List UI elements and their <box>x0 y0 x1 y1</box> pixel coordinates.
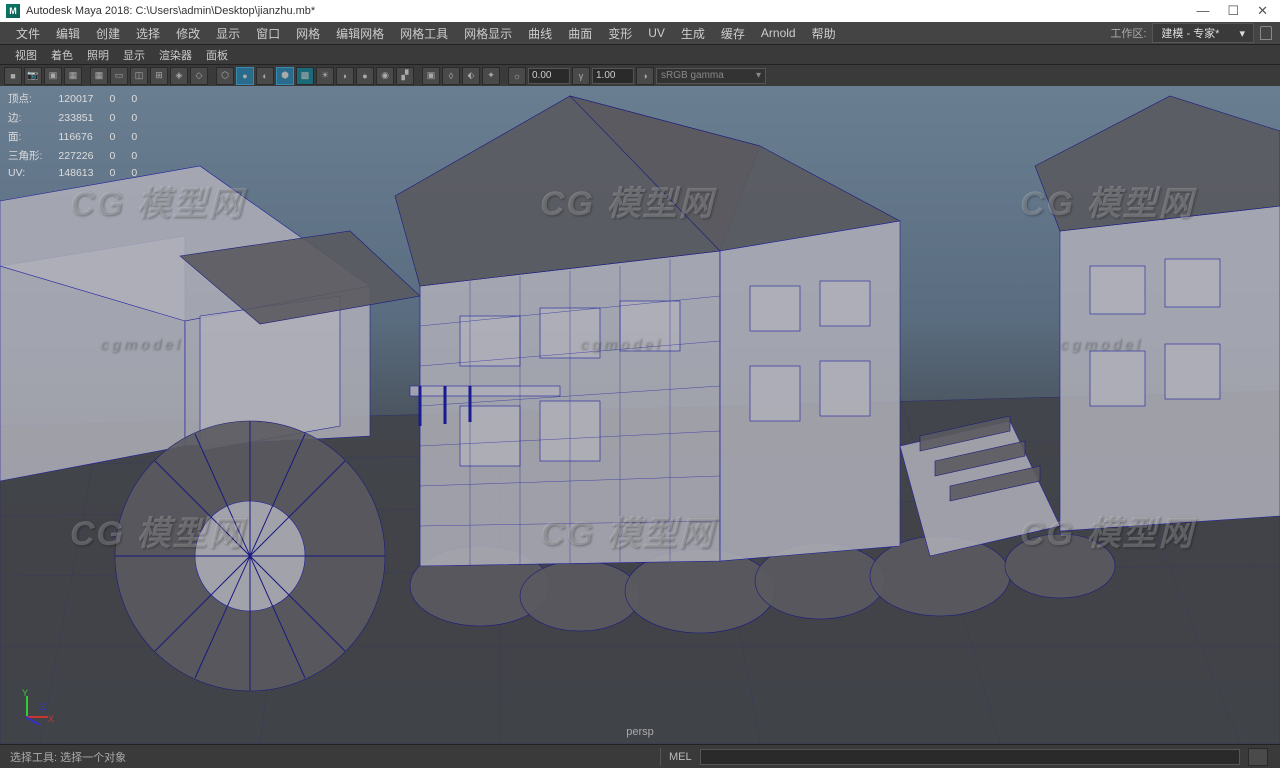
menu-mesh-tools[interactable]: 网格工具 <box>392 25 456 42</box>
status-bar: 选择工具: 选择一个对象 MEL <box>0 744 1280 768</box>
tool-exposure-icon[interactable]: ☼ <box>508 67 526 85</box>
menu-mesh[interactable]: 网格 <box>288 25 328 42</box>
menu-mesh-display[interactable]: 网格显示 <box>456 25 520 42</box>
tool-xray-active[interactable]: ⬖ <box>462 67 480 85</box>
tool-motion-blur[interactable]: ◉ <box>376 67 394 85</box>
menu-cache[interactable]: 缓存 <box>713 25 753 42</box>
main-menu-bar: 文件 编辑 创建 选择 修改 显示 窗口 网格 编辑网格 网格工具 网格显示 曲… <box>0 22 1280 44</box>
workspace-label: 工作区: <box>1110 25 1146 41</box>
tool-bookmark[interactable]: ▣ <box>44 67 62 85</box>
poly-count-hud: 顶点:12001700 边:23385100 面:11667600 三角形:22… <box>6 88 153 182</box>
maya-logo-icon: M <box>6 4 20 18</box>
script-editor-button[interactable] <box>1248 748 1268 766</box>
panel-shading[interactable]: 着色 <box>44 47 80 63</box>
tool-image-plane[interactable]: ▦ <box>64 67 82 85</box>
tool-safe-action[interactable]: ◈ <box>170 67 188 85</box>
menu-file[interactable]: 文件 <box>8 25 48 42</box>
panel-show[interactable]: 显示 <box>116 47 152 63</box>
lock-icon[interactable] <box>1260 26 1272 40</box>
tool-smooth-shade[interactable]: ● <box>236 67 254 85</box>
tool-xray-joints[interactable]: ✦ <box>482 67 500 85</box>
menu-edit-mesh[interactable]: 编辑网格 <box>328 25 392 42</box>
menu-curves[interactable]: 曲线 <box>520 25 560 42</box>
panel-menu-bar: 视图 着色 照明 显示 渲染器 面板 <box>0 44 1280 64</box>
hud-row: 三角形:22722600 <box>8 147 151 164</box>
menu-modify[interactable]: 修改 <box>168 25 208 42</box>
menu-generate[interactable]: 生成 <box>673 25 713 42</box>
viewport-toolbar: ■ 📷 ▣ ▦ ▦ ▭ ◫ ⊞ ◈ ◇ ⬡ ● ◐ ⬢ ▩ ☀ ◗ ● ◉ ▞ … <box>0 64 1280 86</box>
tool-grid[interactable]: ▦ <box>90 67 108 85</box>
tool-select-camera[interactable]: ■ <box>4 67 22 85</box>
menu-arnold[interactable]: Arnold <box>753 26 804 40</box>
menu-edit[interactable]: 编辑 <box>48 25 88 42</box>
hud-row: 顶点:12001700 <box>8 90 151 107</box>
menu-deform[interactable]: 变形 <box>600 25 640 42</box>
tool-film-gate[interactable]: ▭ <box>110 67 128 85</box>
hud-row: UV:14861300 <box>8 166 151 180</box>
tool-ao[interactable]: ● <box>356 67 374 85</box>
window-title: Autodesk Maya 2018: C:\Users\admin\Deskt… <box>26 5 1196 17</box>
tool-safe-title[interactable]: ◇ <box>190 67 208 85</box>
help-line: 选择工具: 选择一个对象 <box>0 749 660 765</box>
panel-renderer[interactable]: 渲染器 <box>152 47 199 63</box>
tool-aa[interactable]: ▞ <box>396 67 414 85</box>
view-axis-gizmo: YXZ <box>12 692 52 732</box>
tool-field-chart[interactable]: ⊞ <box>150 67 168 85</box>
panel-panels[interactable]: 面板 <box>199 47 235 63</box>
tool-xray[interactable]: ◊ <box>442 67 460 85</box>
panel-view[interactable]: 视图 <box>8 47 44 63</box>
tool-gamma-icon[interactable]: γ <box>572 67 590 85</box>
menu-create[interactable]: 创建 <box>88 25 128 42</box>
gamma-field[interactable]: 1.00 <box>592 68 634 84</box>
window-titlebar: M Autodesk Maya 2018: C:\Users\admin\Des… <box>0 0 1280 22</box>
hud-row: 边:23385100 <box>8 109 151 126</box>
chevron-down-icon: ▾ <box>1239 27 1245 40</box>
tool-use-default-mat[interactable]: ◐ <box>256 67 274 85</box>
minimize-button[interactable]: — <box>1196 3 1209 19</box>
menu-window[interactable]: 窗口 <box>248 25 288 42</box>
menu-uv[interactable]: UV <box>640 26 673 40</box>
tool-view-transform-icon[interactable]: ◑ <box>636 67 654 85</box>
tool-isolate[interactable]: ▣ <box>422 67 440 85</box>
menu-display[interactable]: 显示 <box>208 25 248 42</box>
camera-label: persp <box>626 726 654 738</box>
view-transform-dropdown[interactable]: sRGB gamma▾ <box>656 68 766 84</box>
tool-gate-mask[interactable]: ◫ <box>130 67 148 85</box>
command-line-input[interactable] <box>700 749 1240 765</box>
viewport[interactable]: 顶点:12001700 边:23385100 面:11667600 三角形:22… <box>0 86 1280 744</box>
menu-select[interactable]: 选择 <box>128 25 168 42</box>
workspace-selector[interactable]: 建模 - 专家*▾ <box>1152 23 1254 43</box>
tool-textured[interactable]: ▩ <box>296 67 314 85</box>
tool-wire-on-shaded[interactable]: ⬢ <box>276 67 294 85</box>
tool-wireframe[interactable]: ⬡ <box>216 67 234 85</box>
cmd-language-label[interactable]: MEL <box>669 751 692 763</box>
chevron-down-icon: ▾ <box>756 70 761 81</box>
tool-use-lights[interactable]: ☀ <box>316 67 334 85</box>
tool-camera-icon[interactable]: 📷 <box>24 67 42 85</box>
panel-lighting[interactable]: 照明 <box>80 47 116 63</box>
menu-surfaces[interactable]: 曲面 <box>560 25 600 42</box>
close-button[interactable]: ✕ <box>1257 3 1268 19</box>
maximize-button[interactable]: ☐ <box>1227 3 1239 19</box>
menu-help[interactable]: 帮助 <box>804 25 844 42</box>
hud-row: 面:11667600 <box>8 128 151 145</box>
exposure-field[interactable]: 0.00 <box>528 68 570 84</box>
tool-shadows[interactable]: ◗ <box>336 67 354 85</box>
